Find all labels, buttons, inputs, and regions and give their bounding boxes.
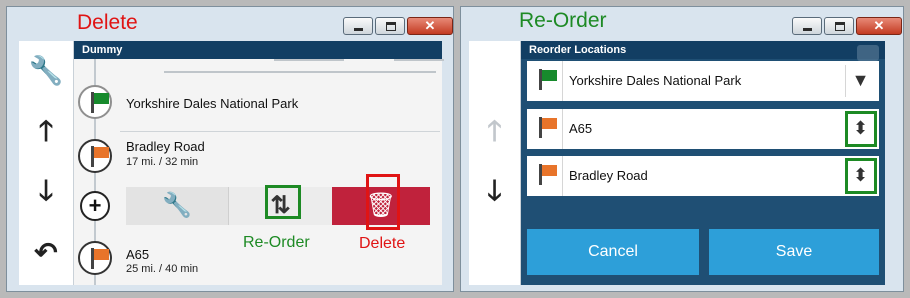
close-icon: ✕ (424, 18, 436, 33)
save-button[interactable]: Save (709, 229, 879, 275)
close-button[interactable]: ✕ (856, 17, 902, 35)
scroll-indicator (164, 59, 444, 77)
flag-cell (527, 156, 563, 196)
orange-flag-icon (91, 146, 109, 167)
maximize-icon (386, 22, 396, 31)
item-name: Bradley Road (569, 168, 648, 183)
list-item[interactable]: Yorkshire Dales National Park (74, 85, 442, 125)
reorder-list: Reorder Locations Yorkshire Dales Nation… (521, 41, 885, 285)
delete-panel: Delete ✕ 🔧 🡑 🡓 ↶ Dummy Yorkshire Dales N… (6, 6, 454, 292)
maximize-button[interactable] (824, 17, 854, 35)
panel-label: Delete (77, 11, 138, 34)
window-controls: ✕ (792, 17, 902, 35)
undo-icon[interactable]: ↶ (19, 239, 73, 267)
panel-label: Re-Order (519, 9, 607, 32)
flag-circle (78, 85, 112, 119)
flag-circle (78, 241, 112, 275)
minimize-button[interactable] (343, 17, 373, 35)
wrench-icon[interactable]: 🔧 (19, 57, 73, 85)
list-item[interactable]: A65 ⬍ (527, 109, 879, 149)
item-name: A65 (126, 247, 150, 262)
close-icon: ✕ (873, 18, 885, 33)
footer-bar: Cancel Save (521, 223, 885, 285)
orange-flag-icon (539, 164, 557, 185)
add-stop-button[interactable]: + (80, 191, 110, 221)
minimize-button[interactable] (792, 17, 822, 35)
edit-button[interactable]: 🔧 (126, 187, 228, 225)
item-name: A65 (569, 121, 593, 136)
window-titlebar: Delete ✕ (7, 7, 453, 41)
delete-highlight (366, 174, 400, 230)
arrow-down-icon[interactable]: 🡓 (469, 177, 520, 205)
arrow-up-icon[interactable]: 🡑 (469, 117, 520, 145)
app-area: 🔧 🡑 🡓 ↶ Dummy Yorkshire Dales National P… (19, 41, 444, 285)
arrow-down-icon[interactable]: 🡓 (19, 177, 73, 205)
move-down-icon[interactable]: ▼ (845, 65, 875, 97)
reorder-highlight (265, 185, 301, 219)
route-list: Dummy Yorkshire Dales National Park Brad… (74, 41, 444, 285)
maximize-button[interactable] (375, 17, 405, 35)
item-distance: 25 mi. / 40 min (126, 263, 199, 275)
close-button[interactable]: ✕ (407, 17, 453, 35)
list-item[interactable]: A65 25 mi. / 40 min (74, 237, 442, 281)
flag-cell (527, 109, 563, 149)
divider (120, 131, 440, 132)
flag-cell (527, 61, 563, 101)
flag-circle (78, 139, 112, 173)
item-name: Bradley Road (126, 139, 205, 154)
header-title: Dummy (74, 41, 442, 59)
maximize-icon (835, 22, 845, 31)
list-item[interactable]: Bradley Road ⬍ (527, 156, 879, 196)
header-title: Reorder Locations (521, 41, 885, 59)
window-controls: ✕ (343, 17, 453, 35)
green-flag-icon (91, 92, 109, 113)
arrow-up-icon[interactable]: 🡑 (19, 117, 73, 145)
window-titlebar: Re-Order ✕ (461, 7, 903, 41)
app-area: 🡑 🡓 Reorder Locations Yorkshire Dales Na… (469, 41, 885, 285)
list-item[interactable]: Yorkshire Dales National Park ▼ (527, 61, 879, 101)
sidebar: 🔧 🡑 🡓 ↶ (19, 41, 74, 285)
item-name: Yorkshire Dales National Park (126, 96, 299, 111)
orange-flag-icon (91, 248, 109, 269)
handle-highlight (845, 158, 877, 194)
minimize-icon (803, 28, 812, 31)
handle-highlight (845, 111, 877, 147)
wrench-icon: 🔧 (162, 192, 192, 219)
item-distance: 17 mi. / 32 min (126, 156, 199, 168)
orange-flag-icon (539, 117, 557, 138)
cancel-button[interactable]: Cancel (527, 229, 699, 275)
reorder-panel: Re-Order ✕ 🡑 🡓 Reorder Locations Yorkshi… (460, 6, 904, 292)
green-flag-icon (539, 69, 557, 90)
sidebar: 🡑 🡓 (469, 41, 521, 285)
item-name: Yorkshire Dales National Park (569, 73, 742, 88)
camera-icon (857, 45, 879, 61)
minimize-icon (354, 28, 363, 31)
